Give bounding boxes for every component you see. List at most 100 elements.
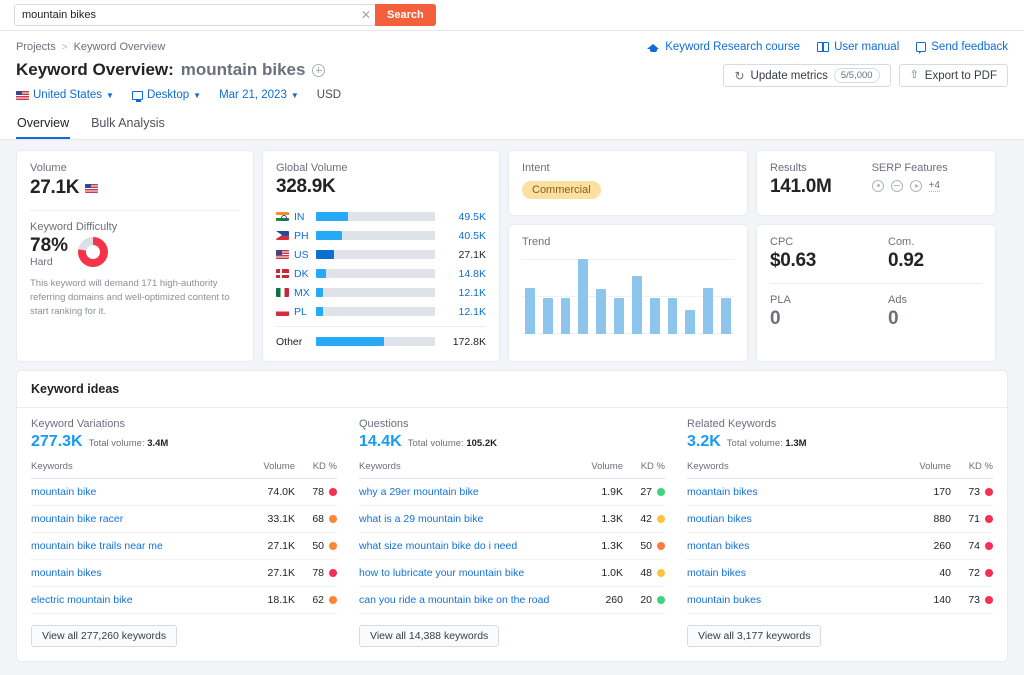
tab-bulk-analysis[interactable]: Bulk Analysis (90, 111, 166, 139)
keyword-table: Keywords Volume KD % moantain bikes 170 73 mou… (687, 461, 993, 614)
table-row[interactable]: montan bikes 260 74 (687, 532, 993, 560)
kd-cell: 62 (295, 586, 337, 614)
keyword-link[interactable]: mountain bike racer (31, 513, 123, 525)
keyword-link[interactable]: motain bikes (687, 567, 746, 579)
table-row[interactable]: electric mountain bike 18.1K 62 (31, 586, 337, 614)
country-volume: 49.5K (458, 210, 486, 223)
volume-cell: 27.1K (247, 532, 295, 560)
global-volume-country-list: IN 49.5K PH 40.5K US 27.1K DK 14.8K MX 12.1K PL 12.… (276, 207, 486, 351)
global-volume-row[interactable]: DK 14.8K (276, 264, 486, 283)
kd-status-dot (657, 542, 665, 550)
volume-cell: 40 (903, 559, 951, 587)
keyword-link[interactable]: mountain bike (31, 486, 96, 498)
keyword-link[interactable]: how to lubricate your mountain bike (359, 567, 524, 579)
trend-bar (721, 298, 731, 334)
table-row[interactable]: moantain bikes 170 73 (687, 478, 993, 506)
keyword-link[interactable]: moantain bikes (687, 486, 758, 498)
breadcrumb-separator-icon: > (61, 41, 68, 53)
volume-value: 27.1K (30, 177, 80, 198)
table-row[interactable]: why a 29er mountain bike 1.9K 27 (359, 478, 665, 506)
table-row[interactable]: what size mountain bike do i need 1.3K 50 (359, 532, 665, 560)
send-feedback-link[interactable]: Send feedback (916, 41, 1008, 55)
keyword-link[interactable]: electric mountain bike (31, 594, 133, 606)
global-volume-row[interactable]: US 27.1K (276, 245, 486, 264)
serp-features-more[interactable]: +4 (928, 180, 940, 192)
view-all-button[interactable]: View all 277,260 keywords (31, 625, 178, 647)
link-icon[interactable] (890, 180, 903, 192)
table-row[interactable]: can you ride a mountain bike on the road… (359, 586, 665, 614)
trend-bar (614, 298, 624, 334)
breadcrumb-projects[interactable]: Projects (16, 41, 56, 53)
column-count[interactable]: 277.3K (31, 433, 83, 451)
global-volume-row[interactable]: MX 12.1K (276, 283, 486, 302)
book-icon (817, 42, 830, 52)
pla-value: 0 (770, 308, 781, 329)
column-count[interactable]: 3.2K (687, 433, 721, 451)
date-filter[interactable]: Mar 21, 2023 ▼ (219, 89, 299, 101)
device-filter[interactable]: Desktop ▼ (131, 89, 201, 102)
table-row[interactable]: mountain bike racer 33.1K 68 (31, 505, 337, 533)
video-play-icon[interactable] (909, 180, 922, 192)
keyword-link[interactable]: what is a 29 mountain bike (359, 513, 483, 525)
page-title-keyword: mountain bikes (180, 60, 306, 79)
update-metrics-button[interactable]: ↻ Update metrics 5/5,000 (723, 64, 891, 87)
keyword-link[interactable]: mountain bikes (31, 567, 102, 579)
table-row[interactable]: mountain bikes 27.1K 78 (31, 559, 337, 587)
keyword-link[interactable]: montan bikes (687, 540, 749, 552)
trend-bar (667, 298, 678, 334)
keyword-link[interactable]: why a 29er mountain bike (359, 486, 479, 498)
trend-bar (685, 310, 696, 334)
intent-badge[interactable]: Commercial (522, 181, 601, 199)
keyword-cell: montan bikes (687, 532, 903, 560)
kd-status-dot (985, 488, 993, 496)
search-input[interactable] (15, 5, 357, 25)
tab-overview[interactable]: Overview (16, 111, 71, 139)
global-volume-row[interactable]: PH 40.5K (276, 226, 486, 245)
keyword-link[interactable]: mountain bukes (687, 594, 761, 606)
table-row[interactable]: motain bikes 40 72 (687, 559, 993, 587)
volume-bar (316, 231, 435, 240)
keyword-ideas-column: Keyword Variations 277.3K Total volume: 3.… (31, 418, 337, 647)
table-row[interactable]: what is a 29 mountain bike 1.3K 42 (359, 505, 665, 533)
user-manual-link[interactable]: User manual (817, 41, 899, 53)
keyword-difficulty-label: Keyword Difficulty (30, 221, 118, 233)
header-actions: ↻ Update metrics 5/5,000 ⇧ Export to PDF (723, 64, 1008, 87)
location-pin-icon[interactable] (871, 180, 884, 192)
keyword-link[interactable]: can you ride a mountain bike on the road (359, 594, 549, 606)
table-row[interactable]: mountain bukes 140 73 (687, 586, 993, 614)
other-volume: 172.8K (452, 335, 486, 348)
keyword-link[interactable]: mountain bike trails near me (31, 540, 163, 552)
kd-status-dot (657, 488, 665, 496)
table-row[interactable]: moutian bikes 880 71 (687, 505, 993, 533)
keyword-research-course-link[interactable]: Keyword Research course (647, 41, 800, 53)
column-count[interactable]: 14.4K (359, 433, 402, 451)
global-volume-row[interactable]: PL 12.1K (276, 302, 486, 321)
table-row[interactable]: how to lubricate your mountain bike 1.0K 4… (359, 559, 665, 587)
view-all-button[interactable]: View all 14,388 keywords (359, 625, 500, 647)
table-row[interactable]: mountain bike 74.0K 78 (31, 478, 337, 506)
global-volume-other-row: Other 172.8K (276, 332, 486, 351)
user-manual-label: User manual (834, 41, 900, 53)
keyword-link[interactable]: moutian bikes (687, 513, 752, 525)
global-volume-row[interactable]: IN 49.5K (276, 207, 486, 226)
trend-bars (522, 259, 734, 334)
keyword-link[interactable]: what size mountain bike do i need (359, 540, 517, 552)
country-filter[interactable]: United States ▼ (16, 89, 114, 101)
in-flag-icon (276, 212, 289, 221)
keyword-cell: moutian bikes (687, 505, 903, 533)
trend-bar (631, 275, 642, 334)
intent-label: Intent (522, 162, 550, 174)
table-row[interactable]: mountain bike trails near me 27.1K 50 (31, 532, 337, 560)
header-volume: Volume (903, 461, 951, 479)
export-to-pdf-button[interactable]: ⇧ Export to PDF (898, 64, 1008, 87)
results-card: Results 141.0M SERP Features +4 (756, 150, 996, 216)
clear-search-icon[interactable]: ✕ (357, 9, 375, 21)
results-label: Results (770, 162, 807, 174)
volume-cell: 260 (575, 586, 623, 614)
ads-value: 0 (888, 308, 899, 329)
volume-cell: 140 (903, 586, 951, 614)
add-to-list-icon[interactable] (312, 63, 326, 77)
volume-bar (316, 337, 435, 346)
search-button[interactable]: Search (375, 4, 436, 26)
view-all-button[interactable]: View all 3,177 keywords (687, 625, 822, 647)
